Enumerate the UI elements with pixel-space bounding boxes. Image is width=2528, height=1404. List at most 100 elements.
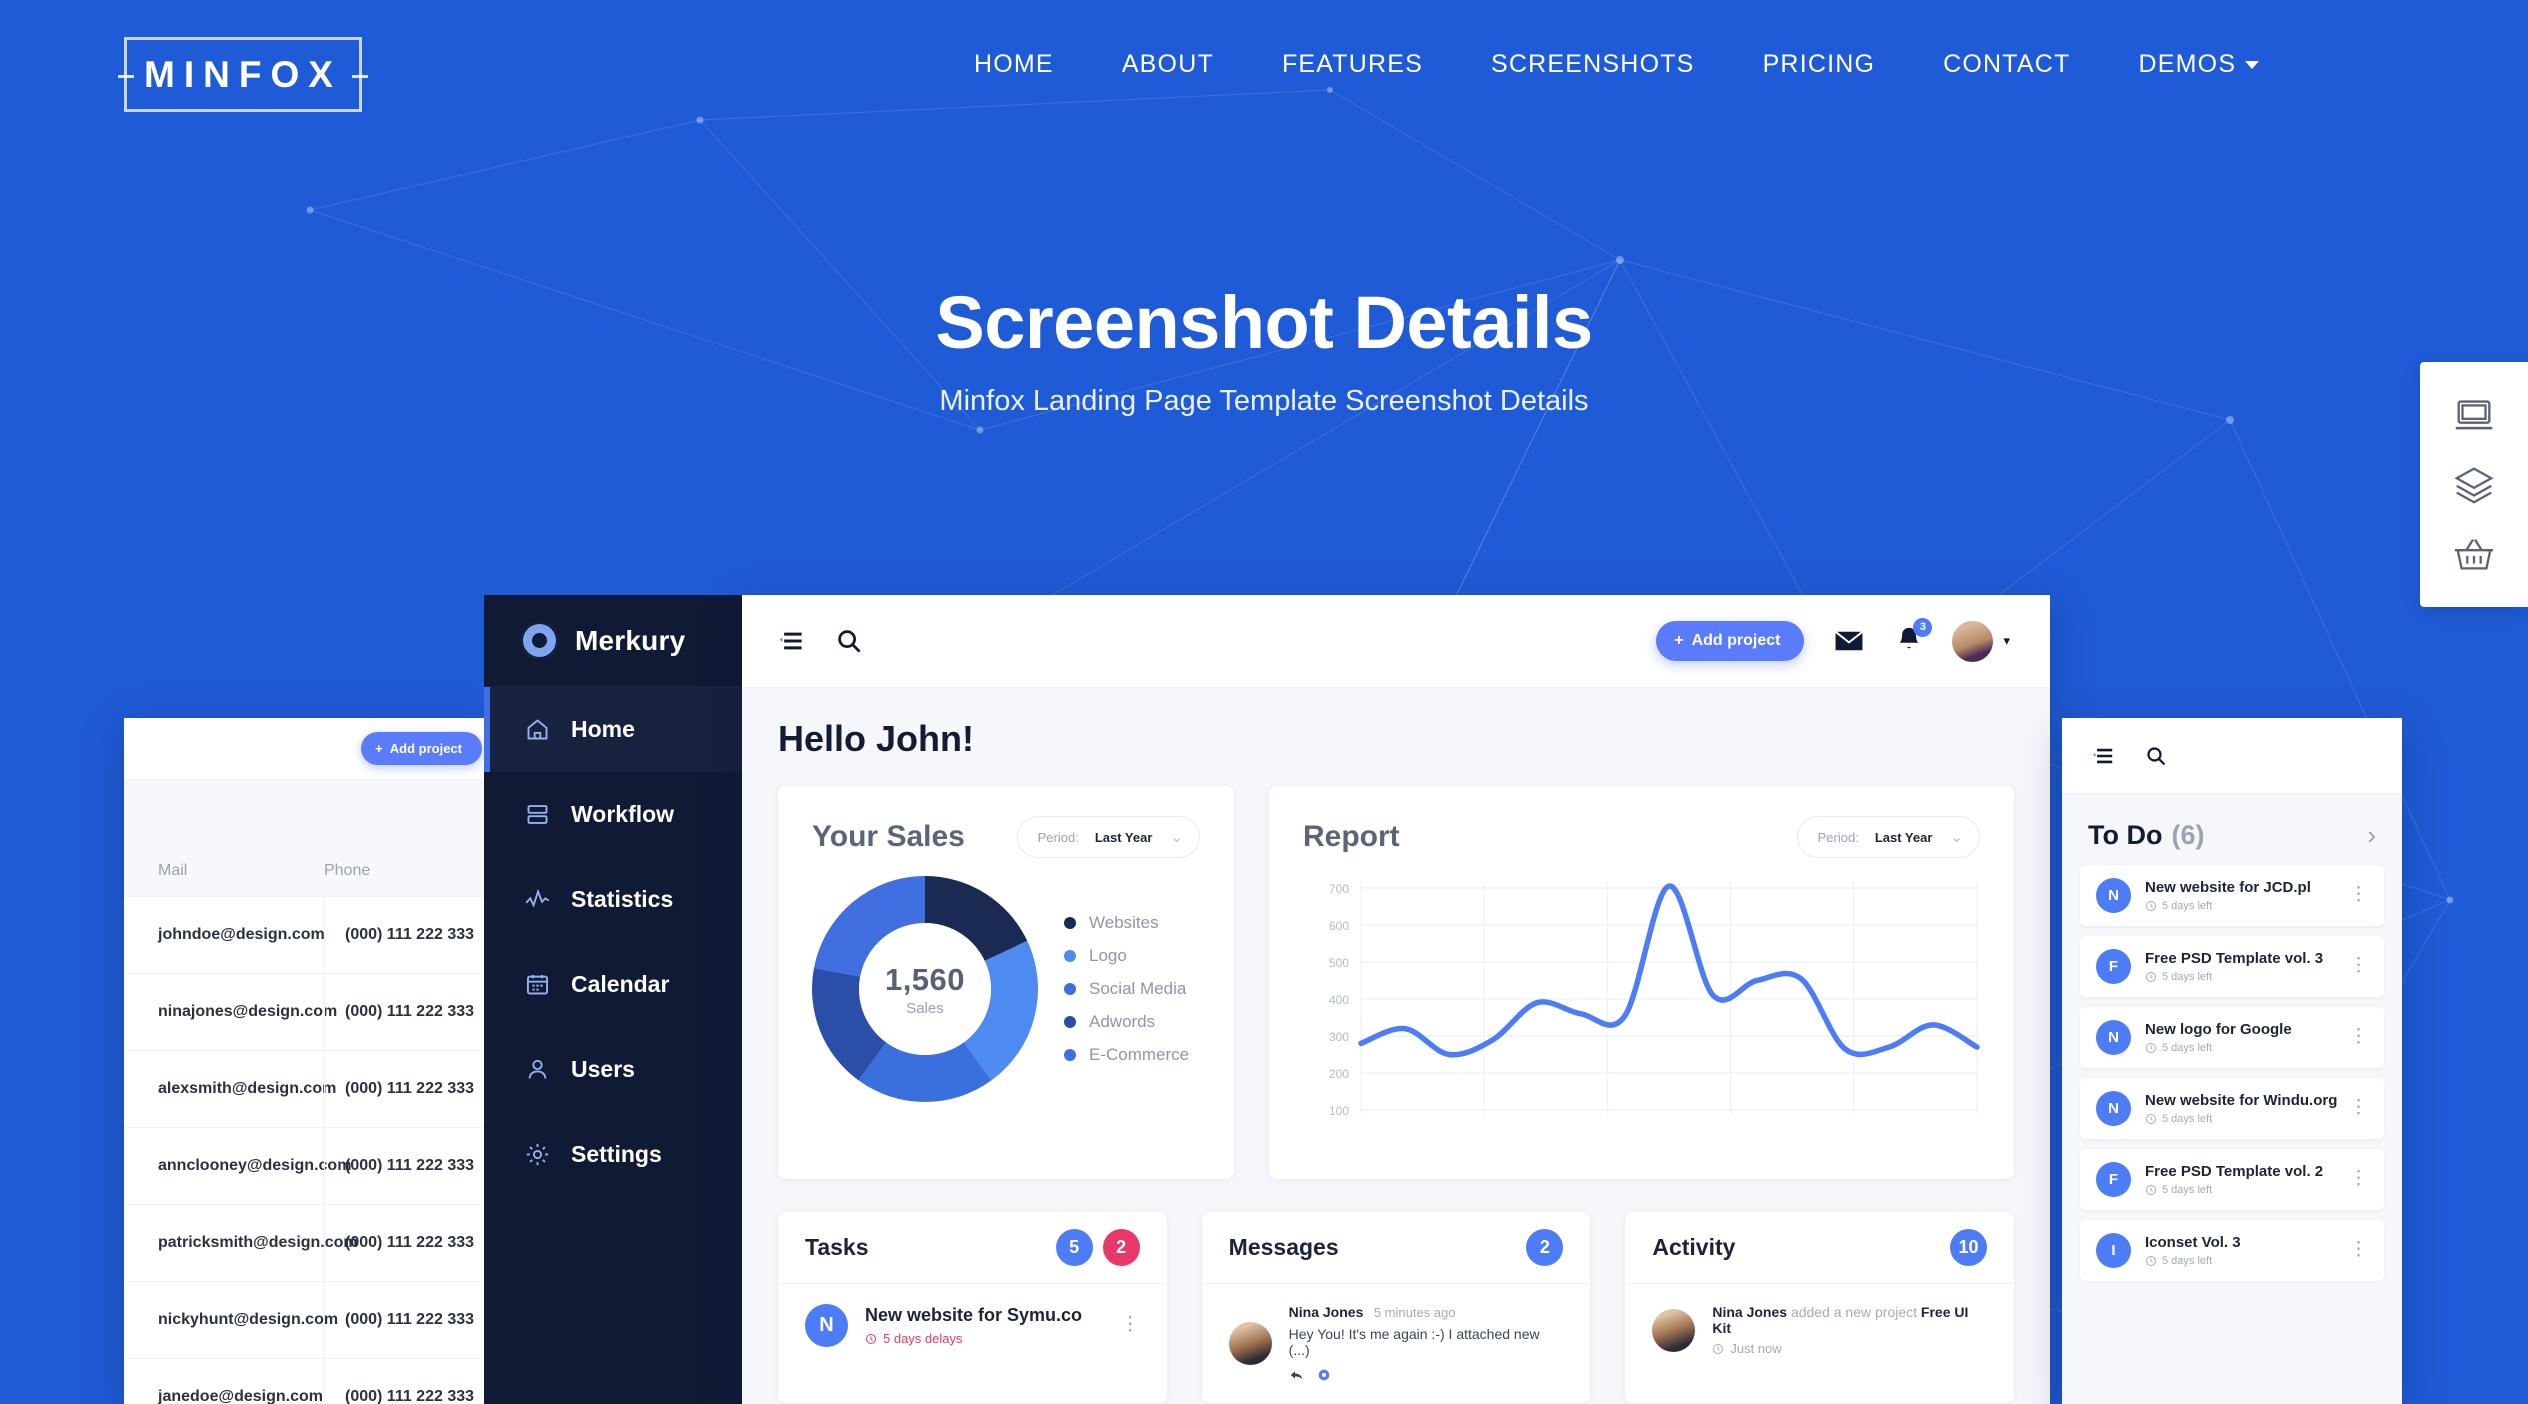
reply-icon[interactable] [1289,1367,1305,1383]
legend-item: Social Media [1064,979,1189,999]
task-more-options-icon[interactable]: ⋮ [1121,1315,1140,1335]
legend-label: Websites [1089,913,1159,932]
chevron-down-icon [2245,61,2260,70]
search-icon[interactable] [2144,744,2168,768]
table-row[interactable]: janedoe@design.com (000) 111 222 333 [124,1358,496,1404]
sidebar-item-home[interactable]: Home [484,687,742,772]
sidebar-item-calendar[interactable]: Calendar [484,942,742,1027]
y-axis-tick: 200 [1329,1067,1349,1081]
legend-label: Adwords [1089,1012,1156,1031]
task-status: 5 days delays [865,1331,1104,1346]
todo-title-text: New logo for Google [2145,1021,2292,1038]
merkury-logo-icon [521,622,558,659]
clock-icon [2146,901,2156,911]
laptop-icon[interactable] [2451,392,2497,438]
sidebar-item-statistics[interactable]: Statistics [484,857,742,942]
nav-item-contact[interactable]: CONTACT [1909,50,2104,79]
menu-collapse-icon[interactable] [776,626,806,656]
sidebar-item-users-label: Users [571,1056,635,1082]
menu-collapse-icon[interactable] [2090,743,2116,769]
sidebar-item-home-label: Home [571,716,635,742]
table-row[interactable]: ninajones@design.com (000) 111 222 333 [124,973,496,1050]
todo-more-options-icon[interactable]: ⋮ [2349,1169,2368,1189]
chevron-right-icon[interactable]: › [2367,820,2376,851]
legend-swatch [1064,1016,1076,1028]
report-period-value: Last Year [1874,829,1933,845]
legend-swatch [1064,1049,1076,1061]
list-item[interactable]: F Free PSD Template vol. 3 5 days left ⋮ [2080,936,2384,997]
sales-card-title: Your Sales [812,820,965,853]
cell-phone: (000) 111 222 333 [324,974,496,1050]
todo-more-options-icon[interactable]: ⋮ [2349,885,2368,905]
settings-small-icon[interactable] [1316,1367,1332,1383]
left-preview-panel: + Add project Mail Phone johndoe@design.… [124,718,496,1404]
todo-more-options-icon[interactable]: ⋮ [2349,1240,2368,1260]
table-row[interactable]: nickyhunt@design.com (000) 111 222 333 [124,1281,496,1358]
list-item[interactable]: I Iconset Vol. 3 5 days left ⋮ [2080,1220,2384,1281]
message-actions [1289,1367,1564,1383]
table-row[interactable]: annclooney@design.com (000) 111 222 333 [124,1127,496,1204]
legend-label: E-Commerce [1089,1045,1190,1064]
todo-more-options-icon[interactable]: ⋮ [2349,1098,2368,1118]
todo-avatar: F [2096,949,2131,984]
list-item[interactable]: N New website for JCD.pl 5 days left ⋮ [2080,865,2384,926]
sidebar-item-users[interactable]: Users [484,1027,742,1112]
nav-item-demos-label: DEMOS [2138,50,2237,78]
nav-item-demos[interactable]: DEMOS [2105,50,2294,79]
dashboard-sidebar: Merkury Home Workflow Statistics Calenda… [484,595,742,1404]
list-item[interactable]: N New logo for Google 5 days left ⋮ [2080,1007,2384,1068]
sales-period-select[interactable]: Period: Last Year ⌄ [1016,816,1200,858]
todo-list: N New website for JCD.pl 5 days left ⋮ F Free… [2062,865,2402,1281]
tasks-card-header: Tasks 5 2 [778,1212,1167,1284]
legend-swatch [1064,917,1076,929]
nav-item-screenshots[interactable]: SCREENSHOTS [1457,50,1729,79]
report-period-label: Period: [1817,829,1859,845]
table-row[interactable]: N New website for Symu.co 5 days delays … [778,1284,1167,1367]
left-panel-topbar: + Add project [124,718,496,780]
cell-phone: (000) 111 222 333 [324,897,496,973]
todo-count: (6) [2171,820,2205,850]
site-logo[interactable]: MINFOX [118,37,368,112]
cell-phone: (000) 111 222 333 [324,1128,496,1204]
table-row[interactable]: johndoe@design.com (000) 111 222 333 [124,896,496,973]
notifications-button[interactable]: 3 [1894,617,1933,659]
sidebar-item-workflow[interactable]: Workflow [484,772,742,857]
sales-card: Your Sales Period: Last Year ⌄ 1,560 Sal… [778,786,1234,1179]
table-row[interactable]: alexsmith@design.com (000) 111 222 333 [124,1050,496,1127]
nav-item-home[interactable]: HOME [940,50,1088,79]
avatar-chevron-down-icon[interactable]: ▾ [2003,633,2010,649]
nav-item-features[interactable]: FEATURES [1248,50,1457,79]
basket-icon[interactable] [2451,531,2497,577]
left-add-project-button[interactable]: + Add project [361,732,482,765]
column-header-phone: Phone [324,862,371,879]
legend-item: Logo [1064,946,1189,966]
dashboard-brand[interactable]: Merkury [484,595,742,687]
clock-icon [1713,1343,1724,1354]
todo-more-options-icon[interactable]: ⋮ [2349,956,2368,976]
todo-title-text: Free PSD Template vol. 3 [2145,950,2324,967]
add-project-button[interactable]: + Add project [1656,621,1805,661]
list-item[interactable]: N New website for Windu.org 5 days left ⋮ [2080,1078,2384,1139]
mail-icon[interactable] [1832,624,1866,658]
dashboard-content: Hello John! Your Sales Period: Last Year… [742,688,2050,1403]
nav-item-about[interactable]: ABOUT [1088,50,1248,79]
task-title: New website for Symu.co [865,1305,1083,1325]
search-icon[interactable] [834,626,864,656]
y-axis-tick: 700 [1329,882,1349,896]
todo-title-text: Free PSD Template vol. 2 [2145,1163,2324,1180]
layers-icon[interactable] [2451,461,2497,507]
avatar[interactable] [1952,620,1994,662]
list-item[interactable]: Nina Jones 5 minutes ago Hey You! It's m… [1202,1284,1591,1403]
table-row[interactable]: patricksmith@design.com (000) 111 222 333 [124,1204,496,1281]
legend-swatch [1064,983,1076,995]
y-axis-tick: 400 [1329,993,1349,1007]
list-item[interactable]: Nina Jones added a new project Free UI K… [1625,1284,2014,1376]
nav-item-pricing[interactable]: PRICING [1729,50,1910,79]
report-period-select[interactable]: Period: Last Year ⌄ [1796,816,1980,858]
left-panel-spacer [124,780,496,862]
activity-avatar [1652,1308,1696,1352]
todo-more-options-icon[interactable]: ⋮ [2349,1027,2368,1047]
todo-due: 5 days left [2145,1255,2335,1267]
list-item[interactable]: F Free PSD Template vol. 2 5 days left ⋮ [2080,1149,2384,1210]
sidebar-item-settings[interactable]: Settings [484,1112,742,1197]
